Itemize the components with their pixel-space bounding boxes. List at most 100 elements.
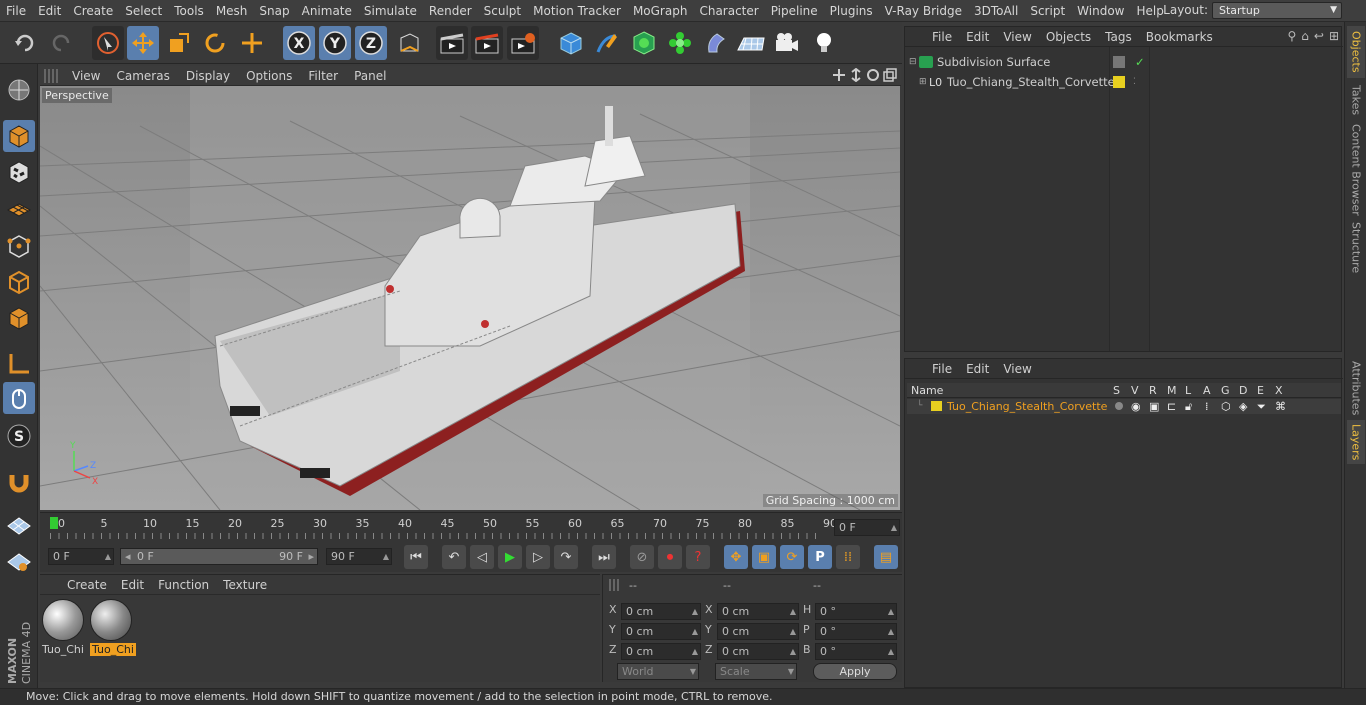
generator-icon[interactable]: ⬡ xyxy=(1221,400,1231,413)
recent-tool-button[interactable] xyxy=(236,26,268,60)
layer-color-icon[interactable] xyxy=(1113,76,1125,88)
tweak-mode-button[interactable] xyxy=(3,382,35,414)
menu-vray-bridge[interactable]: V-Ray Bridge xyxy=(879,4,968,18)
coord-scale-select[interactable]: Scale ▼ xyxy=(715,663,797,680)
redo-button[interactable] xyxy=(44,26,76,60)
col-xref[interactable]: X xyxy=(1275,384,1283,397)
menu-window[interactable]: Window xyxy=(1071,4,1130,18)
timeline-window-button[interactable]: ▤ xyxy=(874,545,898,569)
tab-structure[interactable]: Structure xyxy=(1347,220,1365,276)
search-icon[interactable]: ⚲ xyxy=(1287,29,1296,43)
menu-snap[interactable]: Snap xyxy=(253,4,295,18)
menu-animate[interactable]: Animate xyxy=(296,4,358,18)
layer-menu-view[interactable]: View xyxy=(996,362,1038,376)
menu-character[interactable]: Character xyxy=(693,4,764,18)
viewport-move-icon[interactable] xyxy=(832,68,846,82)
current-frame-field[interactable]: 0 F ▲ xyxy=(834,519,900,536)
check-icon[interactable]: ✓ xyxy=(1135,55,1145,69)
col-view[interactable]: V xyxy=(1131,384,1139,397)
z-axis-button[interactable]: Z xyxy=(355,26,387,60)
editor-visibility-icon[interactable] xyxy=(1113,56,1125,68)
axis-mode-button[interactable] xyxy=(3,348,35,380)
playhead-marker[interactable] xyxy=(50,517,58,529)
vp-menu-cameras[interactable]: Cameras xyxy=(108,69,177,83)
start-frame-field[interactable]: 0 F ▲ xyxy=(48,548,114,565)
obj-menu-edit[interactable]: Edit xyxy=(959,30,996,44)
back-icon[interactable]: ↩ xyxy=(1314,29,1324,43)
menu-motion-tracker[interactable]: Motion Tracker xyxy=(527,4,627,18)
tree-item-subdivision[interactable]: ⊟ Subdivision Surface ✓ xyxy=(909,53,1339,71)
col-locked[interactable]: L xyxy=(1185,384,1191,397)
points-mode-button[interactable] xyxy=(3,230,35,262)
undo-button[interactable] xyxy=(10,26,42,60)
menu-mograph[interactable]: MoGraph xyxy=(627,4,694,18)
coordinate-system-button[interactable] xyxy=(393,26,425,60)
vp-menu-view[interactable]: View xyxy=(64,69,108,83)
vp-menu-panel[interactable]: Panel xyxy=(346,69,394,83)
camera-button[interactable] xyxy=(771,26,803,60)
menu-simulate[interactable]: Simulate xyxy=(358,4,423,18)
key-position-button[interactable]: ✥ xyxy=(724,545,748,569)
menu-select[interactable]: Select xyxy=(119,4,168,18)
mat-menu-edit[interactable]: Edit xyxy=(114,578,151,592)
workplane-button[interactable] xyxy=(3,192,35,224)
tree-item-corvette[interactable]: ⊞ L0 Tuo_Chiang_Stealth_Corvette ⁚ xyxy=(919,73,1339,91)
animation-icon[interactable]: ⁞ xyxy=(1205,400,1209,413)
timeline-ruler[interactable]: 0 5 10 15 20 25 30 35 40 45 50 55 60 65 70 75 80 85 90 0 F… xyxy=(40,512,902,542)
obj-menu-view[interactable]: View xyxy=(996,30,1038,44)
light-button[interactable] xyxy=(808,26,840,60)
menu-file[interactable]: File xyxy=(0,4,32,18)
col-expressions[interactable]: E xyxy=(1257,384,1264,397)
next-frame-button[interactable]: ▷ xyxy=(526,545,550,569)
preview-range-slider[interactable]: ◂ 0 F 90 F ▸ xyxy=(120,548,318,565)
tab-takes[interactable]: Takes xyxy=(1347,80,1365,120)
subdivision-button[interactable] xyxy=(628,26,660,60)
size-field[interactable]: 0 cm ▲ xyxy=(717,643,799,660)
expression-icon[interactable]: ⏷ xyxy=(1257,400,1266,414)
col-manager[interactable]: M xyxy=(1167,384,1177,397)
vp-menu-display[interactable]: Display xyxy=(178,69,238,83)
col-deformers[interactable]: D xyxy=(1239,384,1247,397)
material-item-selected[interactable]: Tuo_Chi xyxy=(90,599,136,657)
viewport-zoom-icon[interactable] xyxy=(849,68,863,82)
tab-content-browser[interactable]: Content Browser xyxy=(1347,122,1365,218)
edges-mode-button[interactable] xyxy=(3,266,35,298)
position-field[interactable]: 0 cm ▲ xyxy=(621,623,701,640)
rotation-field[interactable]: 0 ° ▲ xyxy=(815,603,897,620)
mat-menu-texture[interactable]: Texture xyxy=(216,578,274,592)
record-active-button[interactable]: ⏺ xyxy=(658,545,682,569)
polygons-mode-button[interactable] xyxy=(3,302,35,334)
cloner-button[interactable] xyxy=(664,26,696,60)
new-window-icon[interactable]: ⊞ xyxy=(1329,29,1339,43)
obj-menu-objects[interactable]: Objects xyxy=(1039,30,1098,44)
key-scale-button[interactable]: ▣ xyxy=(752,545,776,569)
obj-menu-bookmarks[interactable]: Bookmarks xyxy=(1139,30,1220,44)
obj-menu-file[interactable]: File xyxy=(925,30,959,44)
viewport-maximize-icon[interactable] xyxy=(883,68,897,82)
tab-objects[interactable]: Objects xyxy=(1347,26,1365,78)
make-editable-button[interactable] xyxy=(3,74,35,106)
layer-menu-edit[interactable]: Edit xyxy=(959,362,996,376)
home-icon[interactable]: ⌂ xyxy=(1301,29,1309,43)
model-mode-button[interactable] xyxy=(3,120,35,152)
xref-icon[interactable]: ⌘ xyxy=(1275,400,1286,413)
layer-color-swatch[interactable] xyxy=(931,401,942,411)
end-frame-field[interactable]: 90 F ▲ xyxy=(326,548,392,565)
go-to-start-button[interactable]: ⏮ xyxy=(404,545,428,569)
previous-frame-button[interactable]: ◁ xyxy=(470,545,494,569)
size-field[interactable]: 0 cm ▲ xyxy=(717,603,799,620)
vp-menu-filter[interactable]: Filter xyxy=(300,69,346,83)
pen-spline-button[interactable] xyxy=(591,26,623,60)
mat-menu-create[interactable]: Create xyxy=(60,578,114,592)
solo-button[interactable]: S xyxy=(3,420,35,452)
snap-button[interactable] xyxy=(3,466,35,498)
render-icon[interactable]: ▣ xyxy=(1149,400,1159,413)
mat-menu-function[interactable]: Function xyxy=(151,578,216,592)
col-name[interactable]: Name xyxy=(911,384,943,397)
previous-key-button[interactable]: ↶ xyxy=(442,545,466,569)
floor-button[interactable] xyxy=(735,26,767,60)
render-view-button[interactable] xyxy=(436,26,468,60)
y-axis-button[interactable]: Y xyxy=(319,26,351,60)
key-parameter-button[interactable]: P xyxy=(808,545,832,569)
menu-sculpt[interactable]: Sculpt xyxy=(478,4,527,18)
